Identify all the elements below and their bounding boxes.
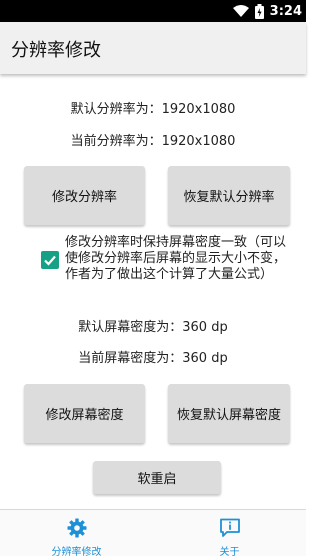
restore-density-button[interactable]: 恢复默认屏幕密度	[168, 384, 290, 443]
default-resolution-text: 默认分辨率为：1920x1080	[70, 102, 236, 117]
bottom-navigation: 分辨率修改 关于	[0, 509, 306, 558]
current-density-text: 当前屏幕密度为：360 dp	[78, 351, 228, 366]
keep-density-checkbox[interactable]	[41, 251, 59, 269]
nav-item-resolution[interactable]: 分辨率修改	[0, 510, 153, 558]
page-title: 分辨率修改	[11, 40, 101, 61]
modify-density-button[interactable]: 修改屏幕密度	[24, 384, 145, 443]
nav-label-about: 关于	[219, 547, 240, 558]
modify-resolution-button[interactable]: 修改分辨率	[24, 166, 145, 225]
battery-icon	[254, 3, 264, 19]
nav-item-about[interactable]: 关于	[153, 510, 306, 558]
status-icons: 3:24	[232, 0, 302, 22]
app-bar: 分辨率修改	[0, 22, 306, 74]
gear-icon	[67, 518, 86, 538]
wifi-icon	[232, 5, 249, 17]
current-resolution-text: 当前分辨率为：1920x1080	[70, 134, 236, 149]
status-bar: 3:24	[0, 0, 306, 22]
nav-label-resolution: 分辨率修改	[51, 547, 102, 558]
restore-resolution-button[interactable]: 恢复默认分辨率	[168, 166, 290, 225]
default-density-text: 默认屏幕密度为：360 dp	[78, 320, 228, 335]
info-icon	[219, 518, 240, 537]
keep-density-label: 修改分辨率时保持屏幕密度一致（可以使修改分辨率后屏幕的显示大小不变，作者为了做出…	[65, 235, 287, 282]
status-time: 3:24	[269, 3, 302, 19]
checkmark-icon	[44, 255, 56, 266]
soft-reboot-button[interactable]: 软重启	[93, 461, 221, 494]
